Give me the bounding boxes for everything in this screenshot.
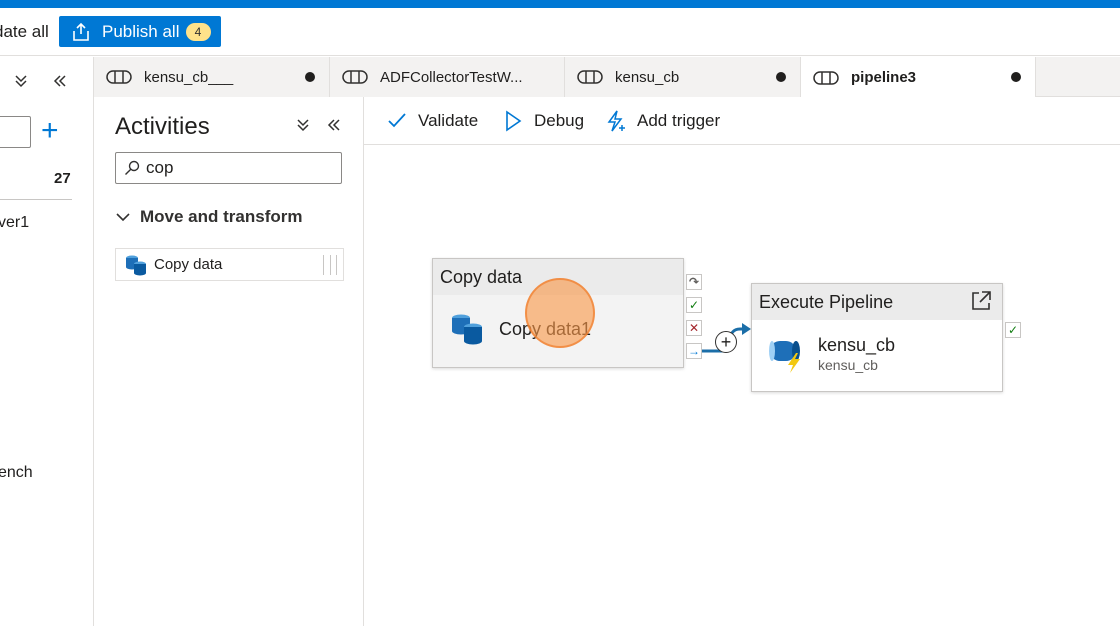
minimize-pane-icon[interactable] <box>327 116 345 137</box>
open-external-icon[interactable] <box>970 290 992 312</box>
publish-all-button[interactable]: Publish all 4 <box>59 16 221 47</box>
explorer-divider <box>0 199 72 200</box>
copy-data-icon <box>126 255 146 275</box>
add-activity-plus-icon[interactable]: + <box>715 331 737 353</box>
click-highlight <box>525 278 595 348</box>
activities-search-box[interactable] <box>115 152 342 184</box>
lightning-plus-icon <box>607 110 625 132</box>
checkmark-icon <box>388 113 406 128</box>
debug-button[interactable]: Debug <box>502 110 584 132</box>
tab-label: ADFCollectorTestW... <box>380 68 523 86</box>
pipeline-icon <box>106 70 132 84</box>
activity-copy-data[interactable]: Copy data <box>115 248 344 281</box>
drag-handle-icon[interactable] <box>323 255 337 275</box>
chevron-down-icon <box>116 213 130 222</box>
completion-port-icon[interactable]: → <box>686 343 702 359</box>
search-icon <box>125 160 140 175</box>
pipeline-name: kensu_cb <box>818 335 896 355</box>
pipeline-icon <box>813 70 839 85</box>
publish-all-label: Publish all <box>102 21 180 41</box>
unsaved-indicator <box>305 72 315 82</box>
tab-label: kensu_cb___ <box>144 68 234 86</box>
skip-port-icon[interactable]: ↷ <box>686 274 702 290</box>
failure-port-icon[interactable]: ✕ <box>686 320 702 336</box>
category-label: Move and transform <box>140 207 303 226</box>
tab-label: pipeline3 <box>851 69 917 86</box>
activities-search-input[interactable] <box>146 158 326 178</box>
publish-icon <box>73 22 89 41</box>
tree-item[interactable]: ench <box>0 464 33 482</box>
add-trigger-button[interactable]: Add trigger <box>605 110 720 132</box>
unsaved-indicator <box>1011 72 1021 82</box>
pipeline-reference: kensu_cb <box>818 357 878 373</box>
execute-pipeline-icon <box>769 341 800 373</box>
tab-label: kensu_cb <box>615 68 680 86</box>
activities-controls <box>296 116 345 137</box>
category-move-and-transform[interactable]: Move and transform <box>116 207 302 227</box>
resource-filter-input[interactable] <box>0 116 31 148</box>
top-accent-strip <box>0 0 1120 8</box>
minimize-pane-icon[interactable] <box>53 72 73 93</box>
tab-pipeline3[interactable]: pipeline3 <box>801 57 1036 98</box>
pipeline-icon <box>342 70 368 84</box>
explorer-controls <box>14 72 73 93</box>
copy-data-icon <box>452 314 482 345</box>
tab-kensu-cb[interactable]: kensu_cb <box>565 57 801 97</box>
activities-title: Activities <box>115 113 210 140</box>
debug-label: Debug <box>534 111 585 130</box>
validate-label: Validate <box>418 111 479 130</box>
success-port-icon[interactable]: ✓ <box>686 297 702 313</box>
add-trigger-label: Add trigger <box>637 111 721 130</box>
success-port-icon[interactable]: ✓ <box>1005 322 1021 338</box>
node-header: Execute Pipeline <box>752 284 1002 320</box>
tab-adfcollectortest[interactable]: ADFCollectorTestW... <box>330 57 565 97</box>
validate-all-button[interactable]: date all <box>0 22 49 42</box>
collapse-all-icon[interactable] <box>14 72 34 93</box>
add-resource-button[interactable]: + <box>41 116 59 146</box>
tab-kensu-cb-underscore[interactable]: kensu_cb___ <box>94 57 330 97</box>
pending-changes-badge: 4 <box>185 22 211 41</box>
play-icon <box>506 110 522 132</box>
activity-label: Copy data <box>154 256 223 273</box>
resource-count: 27 <box>54 170 71 187</box>
execute-pipeline-activity-node[interactable]: Execute Pipeline kensu_cb kensu_cb <box>751 283 1003 392</box>
pipeline-icon <box>577 70 603 84</box>
validate-button[interactable]: Validate <box>386 110 478 132</box>
collapse-all-icon[interactable] <box>296 116 314 137</box>
tree-item[interactable]: ver1 <box>0 214 29 232</box>
unsaved-indicator <box>776 72 786 82</box>
